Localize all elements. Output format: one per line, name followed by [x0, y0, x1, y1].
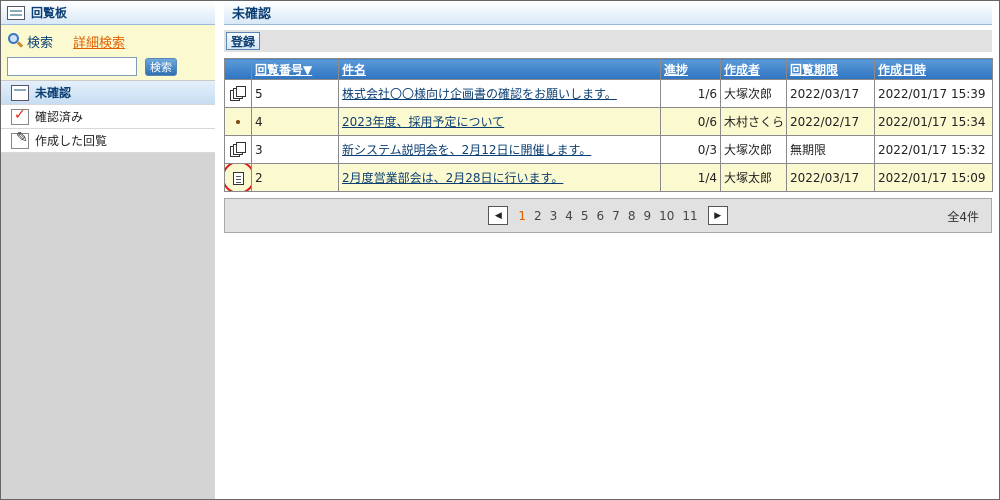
page-link[interactable]: 11 [682, 209, 697, 223]
multi-doc-icon [224, 135, 252, 164]
page-title: 未確認 [232, 7, 272, 22]
dot-icon [224, 107, 252, 136]
row-deadline: 無期限 [786, 135, 875, 164]
sidebar-item-confirmed[interactable]: 確認済み [1, 105, 215, 129]
row-creator: 大塚次郎 [720, 79, 787, 108]
search-input[interactable] [7, 57, 137, 76]
page-link[interactable]: 4 [565, 209, 573, 223]
page-link[interactable]: 1 [518, 209, 526, 223]
register-button[interactable]: 登録 [226, 32, 261, 50]
main-header: 未確認 [224, 1, 992, 25]
single-doc-icon [224, 163, 252, 192]
table-header-row: 回覧番号▼ 件名 進捗 作成者 回覧期限 作成日時 [224, 58, 993, 80]
column-creator-header[interactable]: 作成者 [720, 58, 787, 80]
sidebar-item-label: 作成した回覧 [35, 134, 108, 148]
row-number: 2 [251, 163, 339, 192]
subject-link[interactable]: 新システム説明会を、2月12日に開催します。 [342, 143, 591, 157]
sidebar: 回覧板 検索 詳細検索 検索 未確認 確認済み 作成した回覧 [1, 1, 215, 499]
row-number: 4 [251, 107, 339, 136]
pen-icon [11, 130, 29, 149]
sidebar-item-created[interactable]: 作成した回覧 [1, 129, 215, 153]
subject-link[interactable]: 2023年度、採用予定について [342, 115, 504, 129]
page-link[interactable]: 8 [628, 209, 636, 223]
row-number: 3 [251, 135, 339, 164]
circular-table: 回覧番号▼ 件名 進捗 作成者 回覧期限 作成日時 5 株式会社〇〇様向け企画書… [224, 58, 993, 192]
page-link[interactable]: 6 [597, 209, 605, 223]
sidebar-title: 回覧板 [31, 6, 68, 20]
pager: ◀ 1 2 3 4 5 6 7 8 9 10 11 ▶ 全4件 [224, 198, 992, 233]
row-deadline: 2022/02/17 [786, 107, 875, 136]
row-number: 5 [251, 79, 339, 108]
row-creator: 大塚太郎 [720, 163, 787, 192]
table-row: 5 株式会社〇〇様向け企画書の確認をお願いします。 1/6 大塚次郎 2022/… [224, 79, 993, 108]
search-panel: 検索 詳細検索 検索 [1, 25, 215, 81]
page-link[interactable]: 10 [659, 209, 674, 223]
multi-doc-icon [224, 79, 252, 108]
page-link[interactable]: 2 [534, 209, 542, 223]
column-created-header[interactable]: 作成日時 [874, 58, 993, 80]
page-links: 1 2 3 4 5 6 7 8 9 10 11 [514, 209, 701, 223]
row-created: 2022/01/17 15:32 [874, 135, 993, 164]
row-deadline: 2022/03/17 [786, 163, 875, 192]
column-progress-header[interactable]: 進捗 [660, 58, 721, 80]
search-link[interactable]: 検索 [27, 32, 53, 51]
table-row: 2 2月度営業部会は、2月28日に行います。 1/4 大塚太郎 2022/03/… [224, 163, 993, 192]
prev-page-icon[interactable]: ◀ [488, 206, 509, 225]
row-creator: 大塚次郎 [720, 135, 787, 164]
row-created: 2022/01/17 15:39 [874, 79, 993, 108]
page-link[interactable]: 5 [581, 209, 589, 223]
toolbar: 登録 [224, 30, 992, 52]
column-icon-header [224, 58, 252, 80]
row-creator: 木村さくら [720, 107, 787, 136]
subject-link[interactable]: 株式会社〇〇様向け企画書の確認をお願いします。 [342, 87, 617, 101]
magnifier-icon [7, 33, 24, 49]
search-button[interactable]: 検索 [145, 57, 177, 76]
subject-link[interactable]: 2月度営業部会は、2月28日に行います。 [342, 171, 563, 185]
board-icon [11, 84, 29, 101]
sidebar-header: 回覧板 [1, 1, 215, 25]
row-created: 2022/01/17 15:34 [874, 107, 993, 136]
column-subject-header[interactable]: 件名 [338, 58, 661, 80]
total-count: 全4件 [947, 210, 979, 224]
page-link[interactable]: 3 [550, 209, 558, 223]
board-icon [7, 5, 25, 20]
sidebar-item-label: 未確認 [35, 86, 72, 100]
row-created: 2022/01/17 15:09 [874, 163, 993, 192]
table-row: 3 新システム説明会を、2月12日に開催します。 0/3 大塚次郎 無期限 20… [224, 135, 993, 164]
sidebar-item-unconfirmed[interactable]: 未確認 [1, 81, 215, 105]
column-number-header[interactable]: 回覧番号▼ [251, 58, 339, 80]
row-progress: 0/6 [660, 107, 721, 136]
column-deadline-header[interactable]: 回覧期限 [786, 58, 875, 80]
main-panel: 未確認 登録 回覧番号▼ 件名 進捗 作成者 回覧期限 作成日時 5 株式会社〇… [224, 1, 993, 233]
row-progress: 1/4 [660, 163, 721, 192]
page-link[interactable]: 9 [643, 209, 651, 223]
table-row: 4 2023年度、採用予定について 0/6 木村さくら 2022/02/17 2… [224, 107, 993, 136]
row-progress: 1/6 [660, 79, 721, 108]
next-page-icon[interactable]: ▶ [707, 206, 728, 225]
check-icon [11, 107, 29, 125]
advanced-search-link[interactable]: 詳細検索 [73, 32, 125, 51]
page-link[interactable]: 7 [612, 209, 620, 223]
sidebar-item-label: 確認済み [35, 110, 84, 124]
row-deadline: 2022/03/17 [786, 79, 875, 108]
row-progress: 0/3 [660, 135, 721, 164]
